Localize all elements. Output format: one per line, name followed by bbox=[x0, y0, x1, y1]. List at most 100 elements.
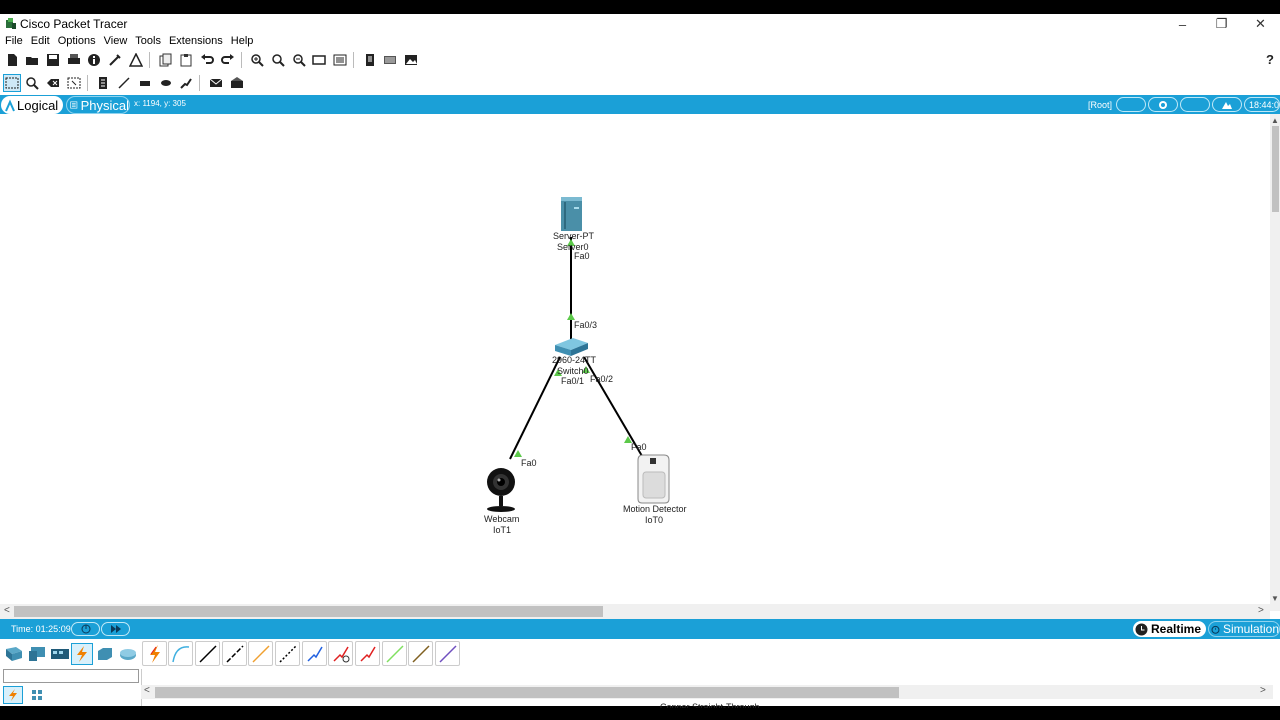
tab-logical[interactable]: Logical bbox=[1, 96, 63, 114]
draw-ellipse-icon[interactable] bbox=[157, 74, 175, 92]
device-name-switch: Switch0 bbox=[557, 366, 589, 376]
motion-detector-icon[interactable] bbox=[637, 454, 670, 504]
scroll-down-icon[interactable]: ▼ bbox=[1271, 594, 1279, 603]
device-list-scrollbar[interactable]: < > bbox=[141, 685, 1273, 699]
image-icon[interactable] bbox=[402, 51, 420, 69]
minimize-button[interactable]: – bbox=[1163, 14, 1202, 34]
custom-devices-dialog-icon[interactable] bbox=[331, 51, 349, 69]
menu-view[interactable]: View bbox=[104, 35, 128, 47]
add-complex-pdu-icon[interactable] bbox=[228, 74, 246, 92]
connections-icon[interactable] bbox=[71, 643, 93, 665]
set-tiled-background-button[interactable] bbox=[1148, 97, 1178, 112]
restore-button[interactable]: ❐ bbox=[1202, 14, 1241, 34]
grid-view-icon[interactable] bbox=[27, 686, 47, 704]
scroll-right-icon[interactable]: > bbox=[1258, 605, 1264, 616]
automatic-connection-icon[interactable] bbox=[142, 641, 167, 666]
app-window: Cisco Packet Tracer – ❐ ✕ File Edit Opti… bbox=[0, 14, 1280, 708]
add-simple-pdu-icon[interactable] bbox=[207, 74, 225, 92]
activity-wizard-icon[interactable] bbox=[106, 51, 124, 69]
menu-options[interactable]: Options bbox=[58, 35, 96, 47]
print-icon[interactable] bbox=[65, 51, 83, 69]
back-arrow-icon bbox=[1126, 104, 1136, 105]
pdu-list-icon[interactable] bbox=[361, 51, 379, 69]
physical-workspace-icon bbox=[70, 101, 78, 109]
info-icon[interactable] bbox=[85, 51, 103, 69]
environment-clock[interactable]: 18:44:00 bbox=[1244, 97, 1280, 112]
drawing-palette-icon[interactable] bbox=[310, 51, 328, 69]
scroll-left-icon[interactable]: < bbox=[4, 605, 10, 616]
serial-dce-icon[interactable] bbox=[328, 641, 353, 666]
copy-icon[interactable] bbox=[157, 51, 175, 69]
cursor-coordinates: x: 1194, y: 305 bbox=[134, 99, 186, 108]
device-model-server: Server-PT bbox=[553, 231, 595, 241]
iot-custom-cable-icon[interactable] bbox=[408, 641, 433, 666]
connections-subcategory-icon[interactable] bbox=[3, 686, 23, 704]
place-note-icon[interactable] bbox=[94, 74, 112, 92]
fiber-icon[interactable] bbox=[248, 641, 273, 666]
end-devices-icon[interactable] bbox=[26, 643, 48, 665]
network-info-icon[interactable] bbox=[381, 51, 399, 69]
workspace-canvas[interactable]: Server-PT Server0 Fa0 Fa0/3 2960-24TT Sw… bbox=[0, 114, 1270, 611]
device-scroll-left-icon[interactable]: < bbox=[144, 685, 150, 696]
inspect-icon[interactable] bbox=[23, 74, 41, 92]
usb-cable-icon[interactable] bbox=[435, 641, 460, 666]
copper-straight-through-icon[interactable] bbox=[195, 641, 220, 666]
open-folder-icon[interactable] bbox=[23, 51, 41, 69]
phone-cable-icon[interactable] bbox=[275, 641, 300, 666]
new-file-icon[interactable] bbox=[3, 51, 21, 69]
redo-icon[interactable] bbox=[219, 51, 237, 69]
device-scroll-thumb[interactable] bbox=[155, 687, 899, 698]
copper-cross-over-icon[interactable] bbox=[222, 641, 247, 666]
miscellaneous-icon[interactable] bbox=[94, 643, 116, 665]
custom-device-icon[interactable] bbox=[127, 51, 145, 69]
menu-extensions[interactable]: Extensions bbox=[169, 35, 223, 47]
paste-icon[interactable] bbox=[177, 51, 195, 69]
draw-line-icon[interactable] bbox=[115, 74, 133, 92]
fast-forward-time-button[interactable] bbox=[101, 622, 130, 636]
octal-cable-icon[interactable] bbox=[382, 641, 407, 666]
canvas-horizontal-scrollbar[interactable]: < > bbox=[0, 604, 1270, 619]
device-search-input[interactable] bbox=[3, 669, 139, 683]
realtime-mode-button[interactable]: Realtime bbox=[1133, 621, 1206, 637]
root-label[interactable]: [Root] bbox=[1088, 100, 1112, 110]
canvas-vertical-scrollbar[interactable]: ▲ ▼ bbox=[1270, 114, 1280, 611]
menu-edit[interactable]: Edit bbox=[31, 35, 50, 47]
scroll-up-icon[interactable]: ▲ bbox=[1271, 116, 1279, 125]
multiuser-icon[interactable] bbox=[117, 643, 139, 665]
link-switch-webcam[interactable] bbox=[509, 356, 561, 460]
zoom-out-icon[interactable] bbox=[290, 51, 308, 69]
webcam-icon[interactable] bbox=[487, 468, 515, 512]
simulation-mode-button[interactable]: Simulation bbox=[1208, 621, 1280, 637]
undo-icon[interactable] bbox=[198, 51, 216, 69]
environment-button[interactable] bbox=[1212, 97, 1242, 112]
tab-logical-label: Logical bbox=[17, 97, 59, 113]
resize-icon[interactable] bbox=[65, 74, 83, 92]
zoom-in-icon[interactable] bbox=[248, 51, 266, 69]
help-button[interactable]: ? bbox=[1266, 52, 1274, 67]
draw-rectangle-icon[interactable] bbox=[136, 74, 154, 92]
back-button[interactable] bbox=[1116, 97, 1146, 112]
vertical-scroll-thumb[interactable] bbox=[1272, 126, 1279, 212]
freeform-icon[interactable] bbox=[177, 74, 195, 92]
select-icon[interactable] bbox=[2, 74, 21, 92]
viewport-button[interactable] bbox=[1180, 97, 1210, 112]
menu-tools[interactable]: Tools bbox=[135, 35, 161, 47]
save-icon[interactable] bbox=[44, 51, 62, 69]
menu-file[interactable]: File bbox=[5, 35, 23, 47]
components-icon[interactable] bbox=[49, 643, 71, 665]
serial-dte-icon[interactable] bbox=[355, 641, 380, 666]
server-icon[interactable] bbox=[561, 197, 582, 231]
device-scroll-right-icon[interactable]: > bbox=[1260, 685, 1266, 696]
coaxial-cable-icon[interactable] bbox=[302, 641, 327, 666]
menu-help[interactable]: Help bbox=[231, 35, 254, 47]
close-button[interactable]: ✕ bbox=[1241, 14, 1280, 34]
power-cycle-devices-button[interactable] bbox=[71, 622, 100, 636]
horizontal-scroll-thumb[interactable] bbox=[14, 606, 603, 617]
network-devices-icon[interactable] bbox=[3, 643, 25, 665]
tab-physical[interactable]: Physical bbox=[66, 96, 130, 114]
zoom-reset-icon[interactable] bbox=[269, 51, 287, 69]
delete-icon[interactable] bbox=[44, 74, 62, 92]
console-cable-icon[interactable] bbox=[168, 641, 193, 666]
port-label-switch-fa01: Fa0/1 bbox=[561, 376, 585, 386]
switch-icon[interactable] bbox=[555, 338, 588, 356]
